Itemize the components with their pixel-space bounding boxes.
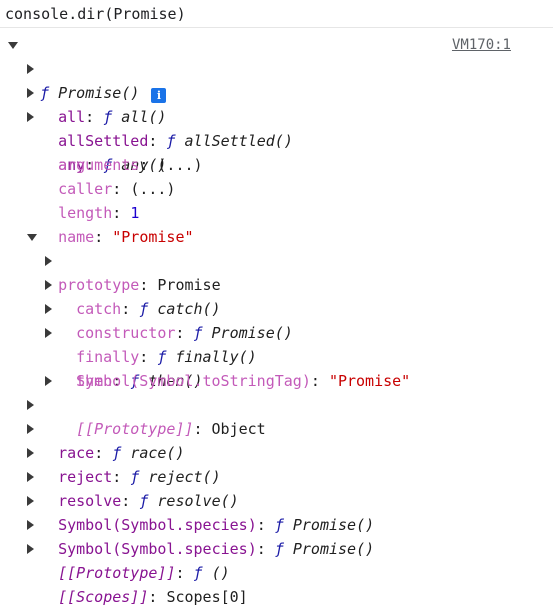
tree-root-promise[interactable]: ƒ Promise() i — [8, 33, 167, 103]
separator: : — [256, 540, 275, 558]
expand-triangle-icon[interactable] — [45, 280, 52, 290]
tree-row-symbol-tostringtag: Symbol(Symbol.toStringTag): "Promise" — [58, 345, 410, 390]
expand-triangle-icon[interactable] — [27, 448, 34, 458]
tree-row-resolve[interactable]: resolve: ƒ resolve() — [27, 441, 239, 510]
tree-row-arguments[interactable]: arguments: (...) — [40, 129, 203, 174]
tree-row-prototype-internal[interactable]: [[Prototype]]: Object — [45, 369, 266, 438]
tree-row-symbol-species-1[interactable]: Symbol(Symbol.species): ƒ Promise() — [27, 465, 374, 534]
tree-row-catch[interactable]: catch: ƒ catch() — [45, 249, 221, 318]
separator: : — [148, 588, 167, 606]
expand-triangle-icon[interactable] — [8, 42, 18, 49]
expand-triangle-icon[interactable] — [27, 112, 34, 122]
tree-row-constructor[interactable]: constructor: ƒ Promise() — [45, 273, 293, 342]
property-value: "Promise" — [328, 372, 411, 390]
source-link[interactable]: VM170:1 — [452, 33, 511, 57]
property-value: Scopes[0] — [166, 588, 248, 606]
property-value: Promise() — [292, 516, 375, 534]
separator: : — [256, 516, 275, 534]
function-f-glyph: ƒ — [274, 516, 284, 534]
tree-row-symbol-species-2[interactable]: Symbol(Symbol.species): ƒ Promise() — [27, 489, 374, 558]
expand-triangle-icon[interactable] — [45, 328, 52, 338]
tree-row-allsettled[interactable]: allSettled: ƒ allSettled() — [27, 81, 293, 150]
expand-triangle-icon[interactable] — [27, 544, 34, 554]
expand-triangle-icon[interactable] — [45, 376, 52, 386]
separator: : — [310, 372, 329, 390]
property-value: () — [211, 564, 230, 582]
property-value: Promise() — [292, 540, 375, 558]
tree-row-all[interactable]: all: ƒ all() — [27, 57, 166, 126]
tree-row-function-prototype[interactable]: [[Prototype]]: ƒ () — [27, 513, 230, 582]
property-key: [[Scopes]] — [58, 588, 149, 606]
expand-triangle-icon[interactable] — [27, 520, 34, 530]
expand-triangle-icon[interactable] — [45, 256, 52, 266]
property-value: Promise() — [211, 324, 293, 342]
tree-row-length: length: 1 — [40, 177, 139, 222]
console-divider — [0, 27, 553, 28]
tree-row-name: name: "Promise" — [40, 201, 193, 246]
tree-row-prototype[interactable]: prototype: Promise — [27, 225, 221, 294]
expand-triangle-icon[interactable] — [27, 88, 34, 98]
expand-triangle-icon[interactable] — [27, 234, 37, 241]
tree-row-race[interactable]: race: ƒ race() — [27, 393, 185, 462]
tree-row-scopes[interactable]: [[Scopes]]: Scopes[0] — [27, 537, 248, 606]
expand-triangle-icon[interactable] — [27, 424, 34, 434]
separator: : — [175, 564, 194, 582]
expand-triangle-icon[interactable] — [27, 64, 34, 74]
tree-row-then[interactable]: then: ƒ then() — [45, 321, 203, 390]
expand-triangle-icon[interactable] — [45, 304, 52, 314]
function-f-glyph: ƒ — [193, 564, 203, 582]
expand-triangle-icon[interactable] — [27, 496, 34, 506]
expand-triangle-icon[interactable] — [27, 472, 34, 482]
function-f-glyph: ƒ — [274, 540, 284, 558]
console-command: console.dir(Promise) — [5, 5, 186, 23]
expand-triangle-icon[interactable] — [27, 400, 34, 410]
tree-row-finally[interactable]: finally: ƒ finally() — [45, 297, 257, 366]
tree-row-caller[interactable]: caller: (...) — [40, 153, 175, 198]
tree-row-any[interactable]: any: ƒ any() — [27, 105, 166, 174]
tree-row-reject[interactable]: reject: ƒ reject() — [27, 417, 221, 486]
property-key: [[Prototype]] — [58, 564, 176, 582]
